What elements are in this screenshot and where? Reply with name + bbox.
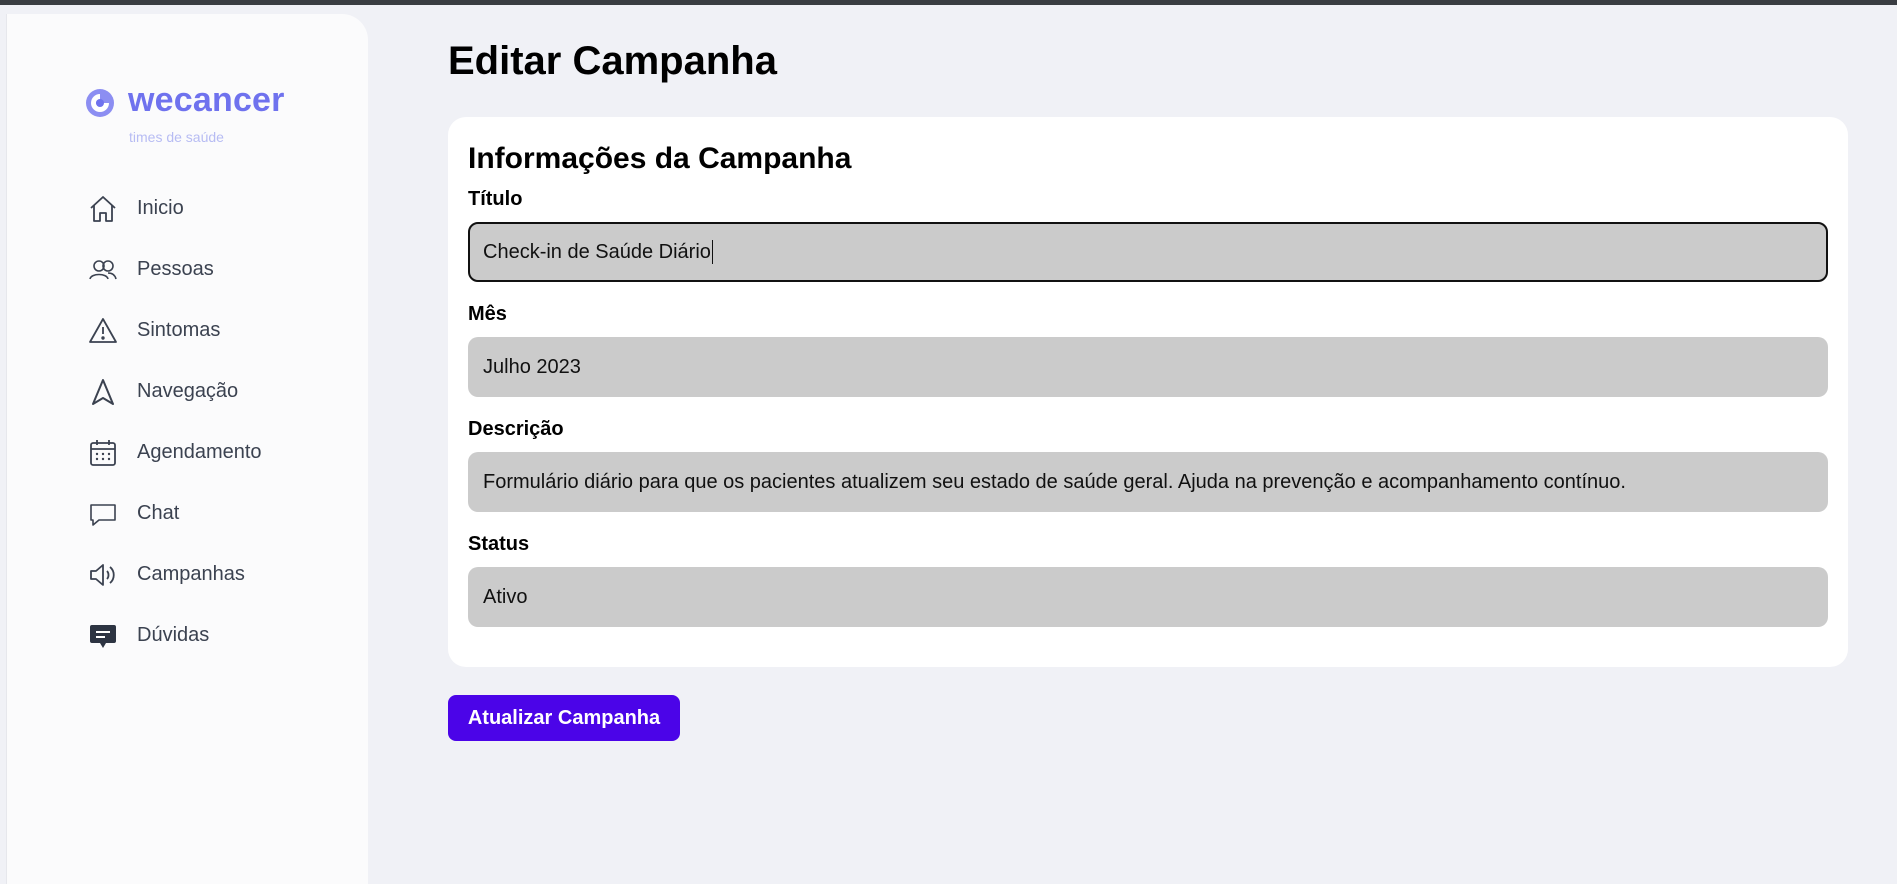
main-content: Editar Campanha Informações da Campanha … bbox=[448, 0, 1897, 884]
descricao-field[interactable]: Formulário diário para que os pacientes … bbox=[468, 452, 1828, 512]
sidebar-item-sintomas[interactable]: Sintomas bbox=[87, 300, 357, 361]
sidebar-item-label: Inicio bbox=[137, 197, 184, 219]
wecancer-logo-icon bbox=[86, 89, 114, 117]
titulo-label: Título bbox=[468, 188, 523, 210]
brand-name: wecancer bbox=[128, 81, 285, 119]
text-caret bbox=[711, 240, 714, 264]
brand-tagline: times de saúde bbox=[129, 129, 224, 145]
home-icon bbox=[87, 193, 119, 225]
warning-icon bbox=[87, 315, 119, 347]
mes-label: Mês bbox=[468, 303, 507, 325]
section-title: Informações da Campanha bbox=[468, 142, 852, 175]
mes-value: Julho 2023 bbox=[483, 355, 581, 378]
descricao-label: Descrição bbox=[468, 418, 564, 440]
status-value: Ativo bbox=[483, 585, 528, 608]
status-label: Status bbox=[468, 533, 530, 555]
sidebar-item-label: Campanhas bbox=[137, 563, 245, 585]
update-campaign-button[interactable]: Atualizar Campanha bbox=[448, 695, 680, 741]
sidebar-item-label: Agendamento bbox=[137, 441, 262, 463]
people-icon bbox=[87, 254, 119, 286]
chat-bubble-icon bbox=[87, 498, 119, 530]
page-title: Editar Campanha bbox=[448, 39, 777, 83]
titulo-value: Check-in de Saúde Diário bbox=[483, 240, 711, 263]
sidebar-item-label: Sintomas bbox=[137, 319, 221, 341]
sidebar-item-navegacao[interactable]: Navegação bbox=[87, 361, 357, 422]
sidebar-item-label: Navegação bbox=[137, 380, 239, 402]
sidebar-item-duvidas[interactable]: Dúvidas bbox=[87, 605, 357, 666]
sidebar-item-agendamento[interactable]: Agendamento bbox=[87, 422, 357, 483]
navigation-arrow-icon bbox=[87, 376, 119, 408]
sidebar-item-label: Pessoas bbox=[137, 258, 214, 280]
campaign-info-card: Informações da Campanha Título Check-in … bbox=[448, 117, 1848, 667]
sidebar-nav: Inicio Pessoas Sintomas Navegação Agenda… bbox=[87, 178, 357, 666]
sidebar-item-label: Dúvidas bbox=[137, 624, 210, 646]
brand[interactable]: wecancer times de saúde bbox=[85, 72, 345, 145]
sidebar: wecancer times de saúde Inicio Pessoas S… bbox=[6, 14, 368, 884]
descricao-value: Formulário diário para que os pacientes … bbox=[483, 470, 1626, 493]
calendar-icon bbox=[87, 437, 119, 469]
sidebar-item-pessoas[interactable]: Pessoas bbox=[87, 239, 357, 300]
sidebar-item-campanhas[interactable]: Campanhas bbox=[87, 544, 357, 605]
mes-field[interactable]: Julho 2023 bbox=[468, 337, 1828, 397]
sidebar-item-inicio[interactable]: Inicio bbox=[87, 178, 357, 239]
status-field[interactable]: Ativo bbox=[468, 567, 1828, 627]
megaphone-icon bbox=[87, 559, 119, 591]
sidebar-item-label: Chat bbox=[137, 502, 180, 524]
sidebar-item-chat[interactable]: Chat bbox=[87, 483, 357, 544]
question-message-icon bbox=[87, 620, 119, 652]
titulo-field[interactable]: Check-in de Saúde Diário bbox=[468, 222, 1828, 282]
